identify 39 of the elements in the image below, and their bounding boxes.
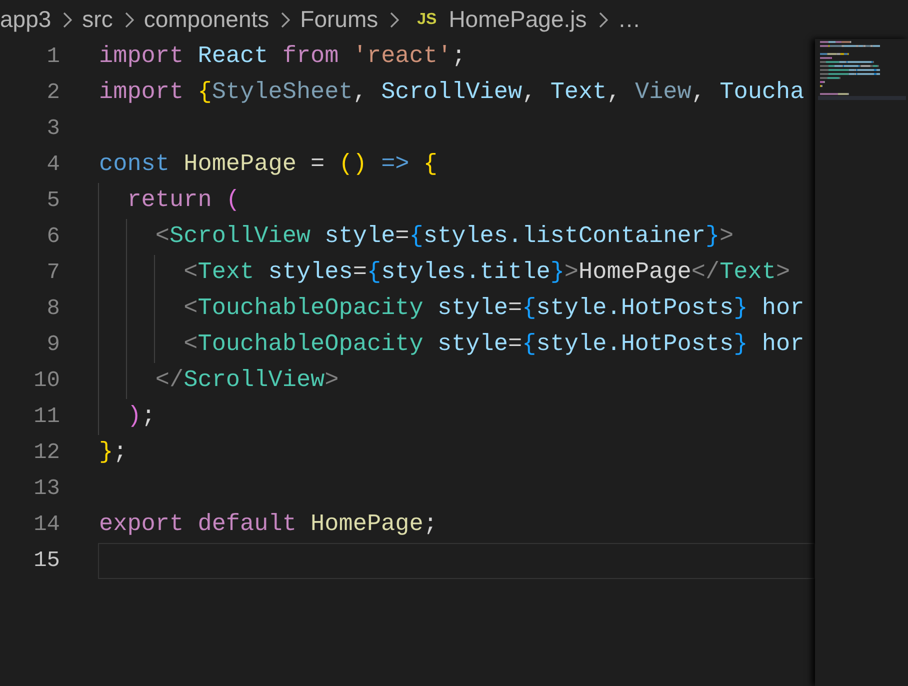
line-number: 12	[32, 439, 60, 467]
code-line: };	[99, 439, 128, 466]
code-line: <ScrollView style={styles.listContainer}>	[154, 223, 734, 250]
chevron-right-icon	[63, 12, 72, 28]
line-number: 9	[46, 331, 60, 359]
line-number: 13	[32, 475, 60, 503]
line-number: 4	[46, 151, 60, 179]
line-number: 14	[32, 511, 60, 539]
line-number: 1	[46, 43, 60, 71]
breadcrumb-item[interactable]: Forums	[300, 6, 378, 33]
code-line: </ScrollView>	[154, 367, 339, 394]
js-file-icon: JS	[417, 10, 437, 28]
line-number: 11	[32, 403, 60, 431]
line-number: 6	[46, 223, 60, 251]
breadcrumb-item[interactable]: src	[82, 6, 113, 33]
chevron-right-icon	[281, 12, 290, 28]
line-number: 7	[46, 259, 60, 287]
line-number: 2	[46, 79, 60, 107]
code-line: <Text styles={styles.title}>HomePage</Text>	[182, 259, 790, 286]
code-line: import React from 'react';	[99, 43, 466, 70]
breadcrumb-item[interactable]: app3	[0, 6, 52, 33]
line-number: 8	[46, 295, 60, 323]
breadcrumb-item[interactable]: …	[618, 6, 641, 33]
code-line: import {StyleSheet, ScrollView, Text, View, Toucha	[99, 79, 804, 106]
line-number: 15	[32, 547, 60, 575]
code-line: return (	[126, 187, 240, 214]
code-line: );	[126, 403, 156, 430]
code-line: const HomePage = () => {	[99, 151, 438, 178]
line-number: 5	[46, 187, 60, 215]
breadcrumb-item[interactable]: components	[144, 6, 270, 33]
chevron-right-icon	[390, 12, 400, 28]
code-line: export default HomePage;	[99, 511, 438, 538]
line-number: 3	[46, 115, 60, 143]
code-line: <TouchableOpacity style={style.HotPosts} hor	[182, 331, 804, 358]
chevron-right-icon	[124, 12, 134, 28]
code-line: <TouchableOpacity style={style.HotPosts} hor	[182, 295, 804, 322]
line-number: 10	[32, 367, 60, 395]
chevron-right-icon	[598, 12, 608, 28]
breadcrumb-item[interactable]: HomePage.js	[448, 6, 587, 33]
